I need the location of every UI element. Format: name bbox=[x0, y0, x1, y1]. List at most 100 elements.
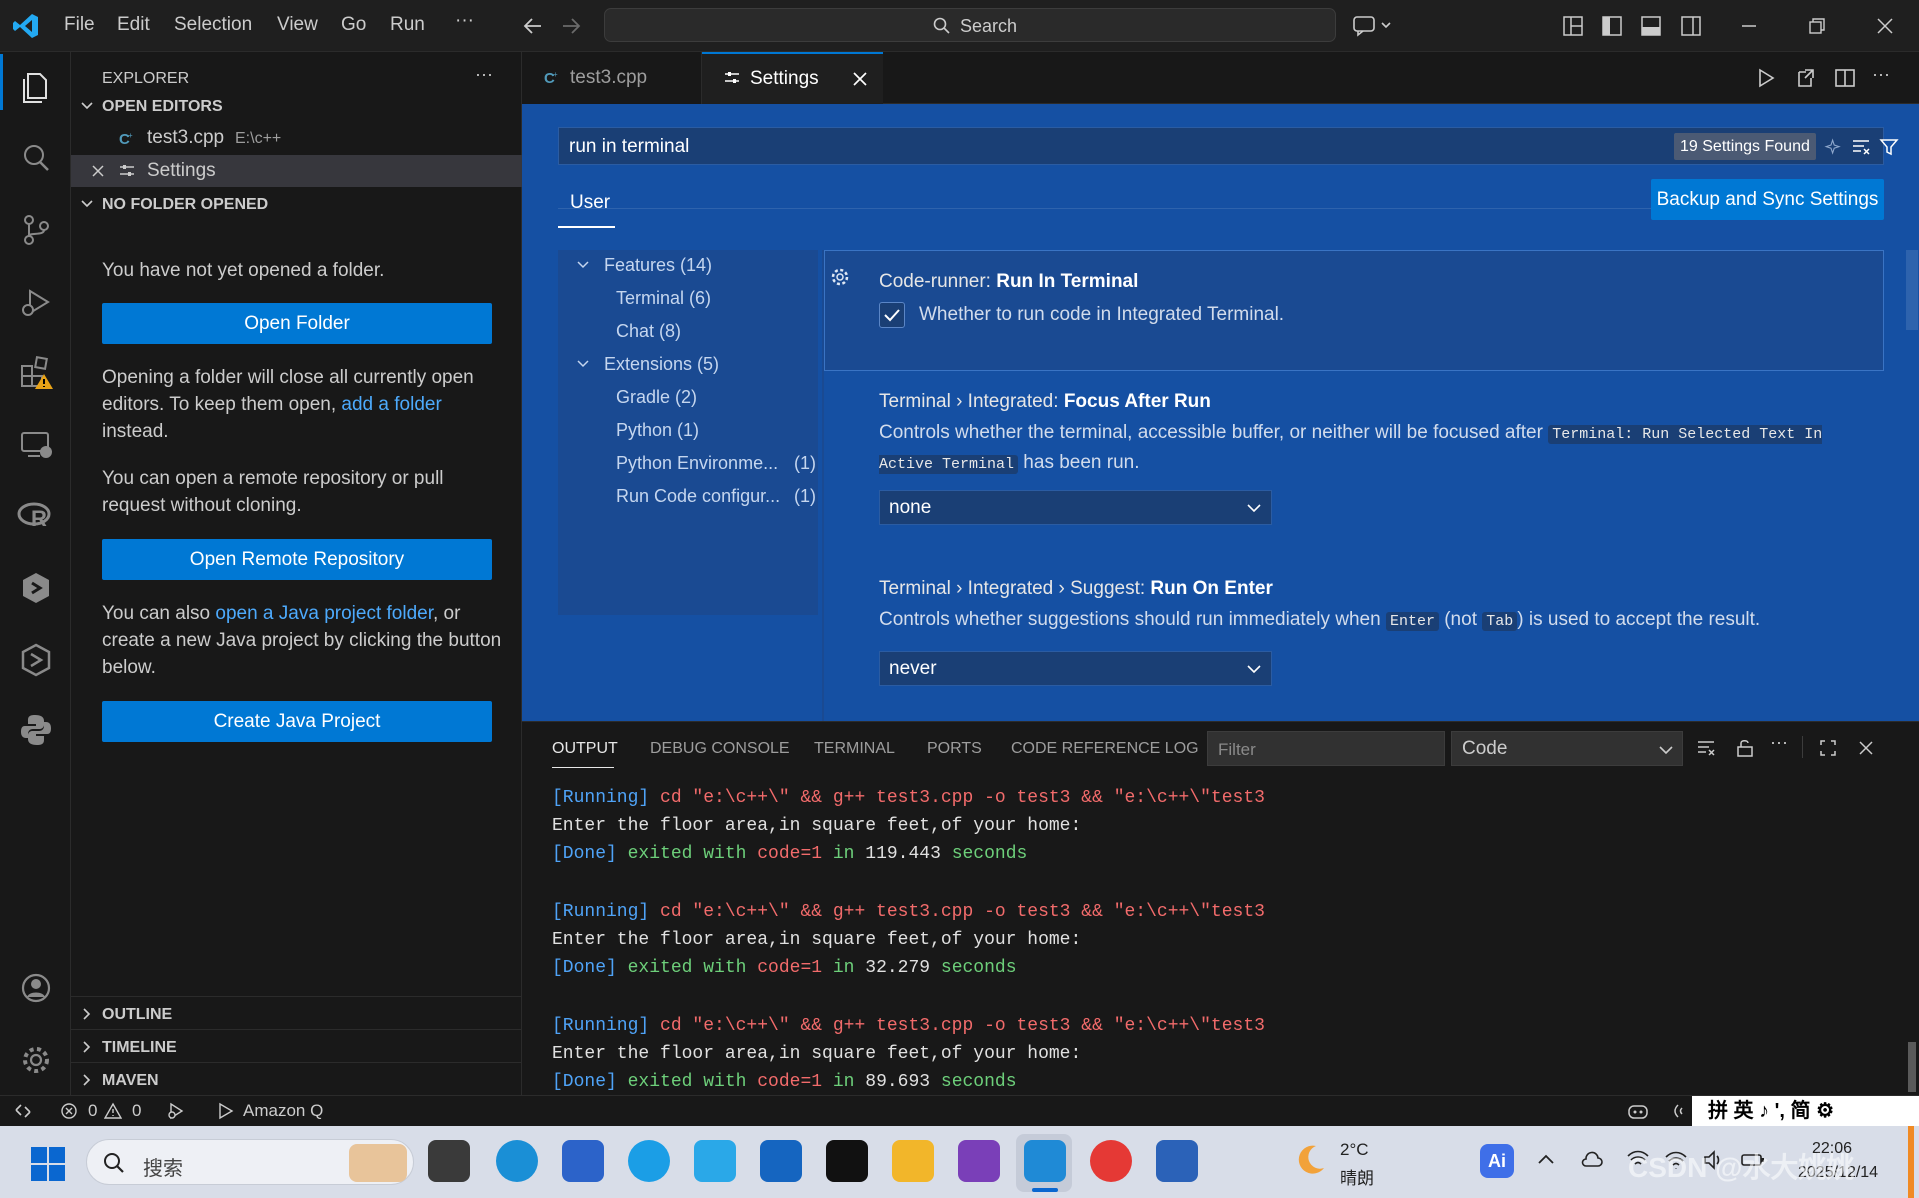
feishu-icon[interactable] bbox=[694, 1140, 736, 1182]
output-scrollbar-thumb[interactable] bbox=[1908, 1042, 1916, 1092]
command-center-search[interactable]: Search bbox=[604, 8, 1336, 42]
accounts-icon[interactable] bbox=[16, 968, 56, 1008]
panel-more-actions-icon[interactable]: ··· bbox=[1770, 732, 1788, 753]
panel-tab-debug-console[interactable]: DEBUG CONSOLE bbox=[650, 740, 790, 758]
editor-more-actions-icon[interactable]: ··· bbox=[1872, 64, 1890, 85]
settings-search-input[interactable]: run in terminal 19 Settings Found bbox=[558, 127, 1899, 165]
copilot-chat-icon[interactable] bbox=[1352, 13, 1394, 37]
remote-explorer-icon[interactable] bbox=[16, 424, 56, 464]
vscode-taskbar-icon[interactable] bbox=[1024, 1140, 1066, 1182]
extensions-icon[interactable] bbox=[16, 352, 56, 392]
panel-tab-terminal[interactable]: TERMINAL bbox=[814, 740, 895, 758]
chatgpt-icon[interactable] bbox=[826, 1140, 868, 1182]
outlook-icon[interactable] bbox=[760, 1140, 802, 1182]
search-view-icon[interactable] bbox=[16, 138, 56, 178]
toggle-primary-sidebar-icon[interactable] bbox=[1601, 15, 1623, 37]
menu-more[interactable]: ··· bbox=[455, 10, 474, 32]
menu-go[interactable]: Go bbox=[341, 14, 366, 36]
open-editor-item-selected[interactable]: Settings bbox=[71, 155, 522, 187]
edge-icon[interactable] bbox=[496, 1140, 538, 1182]
menu-view[interactable]: View bbox=[277, 14, 318, 36]
toc-python-environments[interactable]: Python Environme... bbox=[616, 453, 778, 474]
backup-sync-settings-button[interactable]: Backup and Sync Settings bbox=[1651, 179, 1884, 220]
menu-run[interactable]: Run bbox=[390, 14, 425, 36]
lock-scroll-icon[interactable] bbox=[1735, 738, 1755, 758]
toc-features[interactable]: Features (14) bbox=[604, 255, 712, 276]
amazon-q-label[interactable]: Amazon Q bbox=[243, 1101, 323, 1121]
outline-header[interactable]: OUTLINE bbox=[71, 998, 522, 1030]
panel-tab-ports[interactable]: PORTS bbox=[927, 740, 982, 758]
minimize-icon[interactable] bbox=[1738, 15, 1760, 37]
explorer-icon[interactable] bbox=[16, 66, 56, 106]
python-icon[interactable] bbox=[16, 710, 56, 750]
clear-filter-icon[interactable] bbox=[1851, 137, 1871, 157]
no-folder-header[interactable]: NO FOLDER OPENED bbox=[71, 188, 522, 220]
open-editor-item[interactable]: C + test3.cpp E:\c++ bbox=[71, 123, 522, 155]
panel-tab-code-reference-log[interactable]: CODE REFERENCE LOG bbox=[1011, 740, 1199, 758]
gradle-icon[interactable] bbox=[16, 568, 56, 608]
toggle-panel-icon[interactable] bbox=[1640, 15, 1662, 37]
output-channel-select[interactable]: Code bbox=[1451, 731, 1683, 766]
restore-icon[interactable] bbox=[1806, 15, 1828, 37]
run-debug-icon[interactable] bbox=[16, 282, 56, 322]
manage-gear-icon[interactable] bbox=[16, 1040, 56, 1080]
setting-gear-icon[interactable] bbox=[829, 266, 851, 288]
word-icon[interactable] bbox=[1156, 1140, 1198, 1182]
output-filter-input[interactable]: Filter bbox=[1207, 731, 1445, 766]
close-window-icon[interactable] bbox=[1874, 15, 1896, 37]
run-on-enter-select[interactable]: never bbox=[879, 651, 1272, 686]
toc-gradle[interactable]: Gradle (2) bbox=[616, 387, 697, 408]
back-arrow-icon[interactable] bbox=[522, 15, 544, 37]
toc-extensions[interactable]: Extensions (5) bbox=[604, 354, 719, 375]
close-editor-icon[interactable] bbox=[91, 164, 105, 178]
toc-chat[interactable]: Chat (8) bbox=[616, 321, 681, 342]
tab-test3-cpp[interactable]: C + test3.cpp bbox=[522, 52, 702, 104]
remote-indicator-icon[interactable] bbox=[14, 1102, 32, 1120]
chevron-up-icon[interactable] bbox=[1536, 1150, 1556, 1170]
create-java-project-button[interactable]: Create Java Project bbox=[102, 701, 492, 742]
kubernetes-icon[interactable] bbox=[16, 640, 56, 680]
chrome-icon[interactable] bbox=[1090, 1140, 1132, 1182]
split-editor-icon[interactable] bbox=[1834, 67, 1856, 89]
close-tab-icon[interactable] bbox=[852, 71, 868, 87]
error-icon[interactable] bbox=[60, 1102, 78, 1120]
ai-search-icon[interactable] bbox=[1823, 137, 1843, 157]
tab-user-settings[interactable]: User bbox=[570, 192, 610, 214]
menu-edit[interactable]: Edit bbox=[117, 14, 150, 36]
ai-assistant-icon[interactable]: Ai bbox=[1480, 1144, 1514, 1178]
warning-count[interactable]: 0 bbox=[132, 1101, 141, 1121]
settings-scrollbar-thumb[interactable] bbox=[1906, 250, 1918, 330]
menu-selection[interactable]: Selection bbox=[174, 14, 252, 36]
open-editors-header[interactable]: OPEN EDITORS bbox=[71, 90, 522, 122]
source-control-icon[interactable] bbox=[16, 210, 56, 250]
panel-tab-output[interactable]: OUTPUT bbox=[552, 740, 618, 758]
cloud-sync-icon[interactable] bbox=[1580, 1148, 1604, 1172]
customize-layout-icon[interactable] bbox=[1562, 15, 1584, 37]
run-in-terminal-checkbox[interactable] bbox=[879, 302, 905, 328]
forward-arrow-icon[interactable] bbox=[560, 15, 582, 37]
add-folder-link[interactable]: add a folder bbox=[341, 394, 441, 415]
copilot-status-icon[interactable] bbox=[1627, 1101, 1649, 1121]
close-panel-icon[interactable] bbox=[1856, 738, 1876, 758]
filter-icon[interactable] bbox=[1879, 137, 1899, 157]
amazon-q-icon[interactable] bbox=[218, 1102, 234, 1120]
maven-header[interactable]: MAVEN bbox=[71, 1064, 522, 1096]
focus-after-run-select[interactable]: none bbox=[879, 490, 1272, 525]
open-folder-button[interactable]: Open Folder bbox=[102, 303, 492, 344]
taskbar-search-box[interactable]: 搜索 bbox=[86, 1139, 414, 1185]
toc-run-code-configuration[interactable]: Run Code configur... bbox=[616, 486, 780, 507]
maximize-panel-icon[interactable] bbox=[1818, 738, 1838, 758]
timeline-header[interactable]: TIMELINE bbox=[71, 1031, 522, 1063]
weather-temp[interactable]: 2°C bbox=[1340, 1140, 1369, 1160]
warning-icon[interactable] bbox=[104, 1102, 122, 1120]
open-settings-json-icon[interactable] bbox=[1794, 67, 1816, 89]
explorer-more-actions-icon[interactable]: ··· bbox=[475, 64, 493, 85]
error-count[interactable]: 0 bbox=[88, 1101, 97, 1121]
microsoft-store-icon[interactable] bbox=[562, 1140, 604, 1182]
toc-terminal[interactable]: Terminal (6) bbox=[616, 288, 711, 309]
open-java-project-link[interactable]: open a Java project folder bbox=[215, 603, 433, 624]
tab-settings[interactable]: Settings bbox=[702, 52, 883, 104]
toc-python[interactable]: Python (1) bbox=[616, 420, 699, 441]
visual-studio-preview-icon[interactable] bbox=[958, 1140, 1000, 1182]
windows-start-icon[interactable] bbox=[30, 1146, 66, 1182]
